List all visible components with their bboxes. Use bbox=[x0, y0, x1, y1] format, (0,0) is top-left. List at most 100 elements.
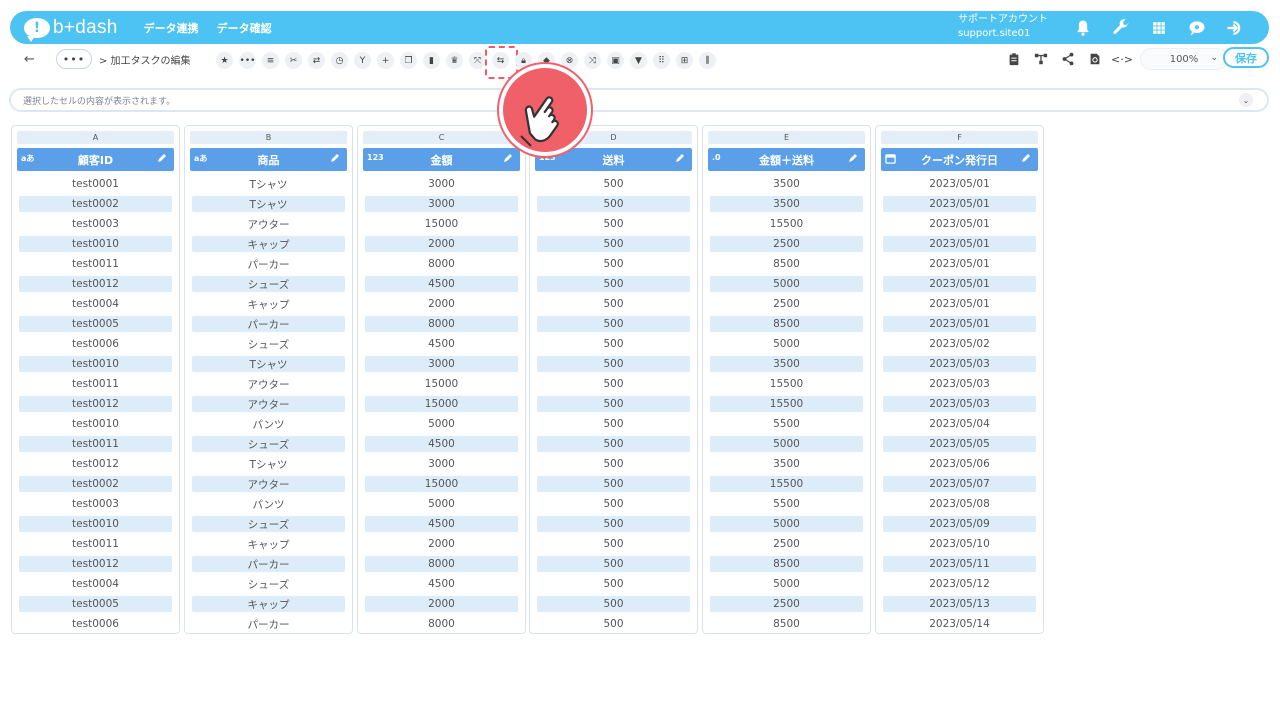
more-button[interactable]: ••• bbox=[56, 49, 92, 69]
table-cell[interactable]: 8000 bbox=[365, 254, 518, 274]
table-cell[interactable]: シューズ bbox=[192, 274, 345, 294]
table-cell[interactable]: test0003 bbox=[19, 214, 172, 234]
table-cell[interactable]: 5000 bbox=[710, 514, 863, 534]
table-cell[interactable]: 3000 bbox=[365, 194, 518, 214]
column-header[interactable]: 123 金額 bbox=[363, 148, 520, 171]
history-icon[interactable] bbox=[1084, 49, 1106, 69]
table-cell[interactable]: 500 bbox=[537, 574, 690, 594]
back-arrow-icon[interactable]: ← bbox=[24, 52, 40, 67]
table-cell[interactable]: test0001 bbox=[19, 174, 172, 194]
table-cell[interactable]: 2023/05/01 bbox=[883, 194, 1036, 214]
bell-icon[interactable] bbox=[1070, 16, 1096, 40]
table-cell[interactable]: 500 bbox=[537, 394, 690, 414]
table-cell[interactable]: 4500 bbox=[365, 434, 518, 454]
column-header[interactable]: aあ 商品 bbox=[190, 148, 347, 171]
table-cell[interactable]: test0006 bbox=[19, 334, 172, 354]
table-cell[interactable]: test0005 bbox=[19, 594, 172, 614]
table-cell[interactable]: 2023/05/08 bbox=[883, 494, 1036, 514]
table-cell[interactable]: 15000 bbox=[365, 474, 518, 494]
table-cell[interactable]: 500 bbox=[537, 434, 690, 454]
table-cell[interactable]: 500 bbox=[537, 494, 690, 514]
table-cell[interactable]: 500 bbox=[537, 534, 690, 554]
table-cell[interactable]: 2023/05/01 bbox=[883, 234, 1036, 254]
table-cell[interactable]: 500 bbox=[537, 594, 690, 614]
table-cell[interactable]: 8500 bbox=[710, 554, 863, 574]
table-cell[interactable]: 2023/05/03 bbox=[883, 354, 1036, 374]
pencil-icon[interactable] bbox=[502, 152, 515, 165]
table-cell[interactable]: パンツ bbox=[192, 494, 345, 514]
table-cell[interactable]: test0010 bbox=[19, 414, 172, 434]
table-cell[interactable]: test0012 bbox=[19, 554, 172, 574]
timer-icon[interactable]: ◷ bbox=[328, 49, 351, 72]
table-cell[interactable]: アウター bbox=[192, 214, 345, 234]
table-cell[interactable]: 2000 bbox=[365, 294, 518, 314]
table-cell[interactable]: 2023/05/14 bbox=[883, 614, 1036, 634]
table-cell[interactable]: test0002 bbox=[19, 194, 172, 214]
table-cell[interactable]: 3500 bbox=[710, 194, 863, 214]
pencil-icon[interactable] bbox=[329, 152, 342, 165]
table-cell[interactable]: test0002 bbox=[19, 474, 172, 494]
table-cell[interactable]: 2000 bbox=[365, 534, 518, 554]
column-letter[interactable]: F bbox=[881, 131, 1038, 144]
pencil-icon[interactable] bbox=[1020, 152, 1033, 165]
column-letter[interactable]: B bbox=[190, 131, 347, 144]
table-cell[interactable]: 2023/05/01 bbox=[883, 254, 1036, 274]
plus-icon[interactable]: + bbox=[374, 49, 397, 72]
table-cell[interactable]: 500 bbox=[537, 274, 690, 294]
table-cell[interactable]: 8500 bbox=[710, 254, 863, 274]
share-icon[interactable] bbox=[1057, 49, 1079, 69]
table-cell[interactable]: 2023/05/04 bbox=[883, 414, 1036, 434]
table-cell[interactable]: 500 bbox=[537, 254, 690, 274]
table-cell[interactable]: シューズ bbox=[192, 334, 345, 354]
table-cell[interactable]: パーカー bbox=[192, 614, 345, 634]
table-cell[interactable]: パンツ bbox=[192, 414, 345, 434]
table-cell[interactable]: 500 bbox=[537, 554, 690, 574]
table-cell[interactable]: 2023/05/01 bbox=[883, 174, 1036, 194]
table-cell[interactable]: 2500 bbox=[710, 234, 863, 254]
table-cell[interactable]: 2023/05/06 bbox=[883, 454, 1036, 474]
table-cell[interactable]: 2500 bbox=[710, 534, 863, 554]
account-info[interactable]: サポートアカウント support.site01 bbox=[958, 13, 1048, 41]
table-cell[interactable]: 500 bbox=[537, 614, 690, 634]
table-cell[interactable]: パーカー bbox=[192, 254, 345, 274]
table-cell[interactable]: 500 bbox=[537, 514, 690, 534]
table-cell[interactable]: test0005 bbox=[19, 314, 172, 334]
table-cell[interactable]: 5500 bbox=[710, 414, 863, 434]
wrench-icon[interactable] bbox=[1108, 16, 1134, 40]
list-icon[interactable]: ≡ bbox=[259, 49, 282, 72]
zoom-select[interactable]: 100% ⌄ bbox=[1140, 48, 1228, 70]
column-letter[interactable]: A bbox=[17, 131, 174, 144]
copy-icon[interactable]: ❐ bbox=[397, 49, 420, 72]
table-cell[interactable]: 5000 bbox=[365, 414, 518, 434]
table-cell[interactable]: 2500 bbox=[710, 294, 863, 314]
table-cell[interactable]: 4500 bbox=[365, 514, 518, 534]
column-header[interactable]: .0 金額＋送料 bbox=[708, 148, 865, 171]
star-icon[interactable]: ★ bbox=[213, 49, 236, 72]
table-cell[interactable]: パーカー bbox=[192, 314, 345, 334]
table-cell[interactable]: キャップ bbox=[192, 534, 345, 554]
table-cell[interactable]: 15500 bbox=[710, 394, 863, 414]
flow-icon[interactable] bbox=[1030, 49, 1052, 69]
filter-icon[interactable]: ▼ bbox=[627, 49, 650, 72]
table-cell[interactable]: 5000 bbox=[710, 334, 863, 354]
table-cell[interactable]: 5000 bbox=[710, 274, 863, 294]
table-cell[interactable]: Tシャツ bbox=[192, 354, 345, 374]
table-cell[interactable]: 2023/05/13 bbox=[883, 594, 1036, 614]
grid-text-icon[interactable]: ⠿ bbox=[650, 49, 673, 72]
table-cell[interactable]: 8000 bbox=[365, 554, 518, 574]
table-cell[interactable]: test0012 bbox=[19, 394, 172, 414]
table-cell[interactable]: 15000 bbox=[365, 394, 518, 414]
table-cell[interactable]: 2023/05/11 bbox=[883, 554, 1036, 574]
table-cell[interactable]: test0010 bbox=[19, 354, 172, 374]
branch-icon[interactable]: Y bbox=[351, 49, 374, 72]
table-cell[interactable]: Tシャツ bbox=[192, 194, 345, 214]
table-cell[interactable]: 3500 bbox=[710, 454, 863, 474]
table-cell[interactable]: test0012 bbox=[19, 274, 172, 294]
table-cell[interactable]: 500 bbox=[537, 474, 690, 494]
table-cell[interactable]: 500 bbox=[537, 294, 690, 314]
table-icon[interactable]: ⊞ bbox=[673, 49, 696, 72]
table-cell[interactable]: 5500 bbox=[710, 494, 863, 514]
table-cell[interactable]: 15500 bbox=[710, 474, 863, 494]
table-cell[interactable]: 5000 bbox=[365, 494, 518, 514]
nav-data-check[interactable]: データ確認 bbox=[217, 20, 272, 36]
